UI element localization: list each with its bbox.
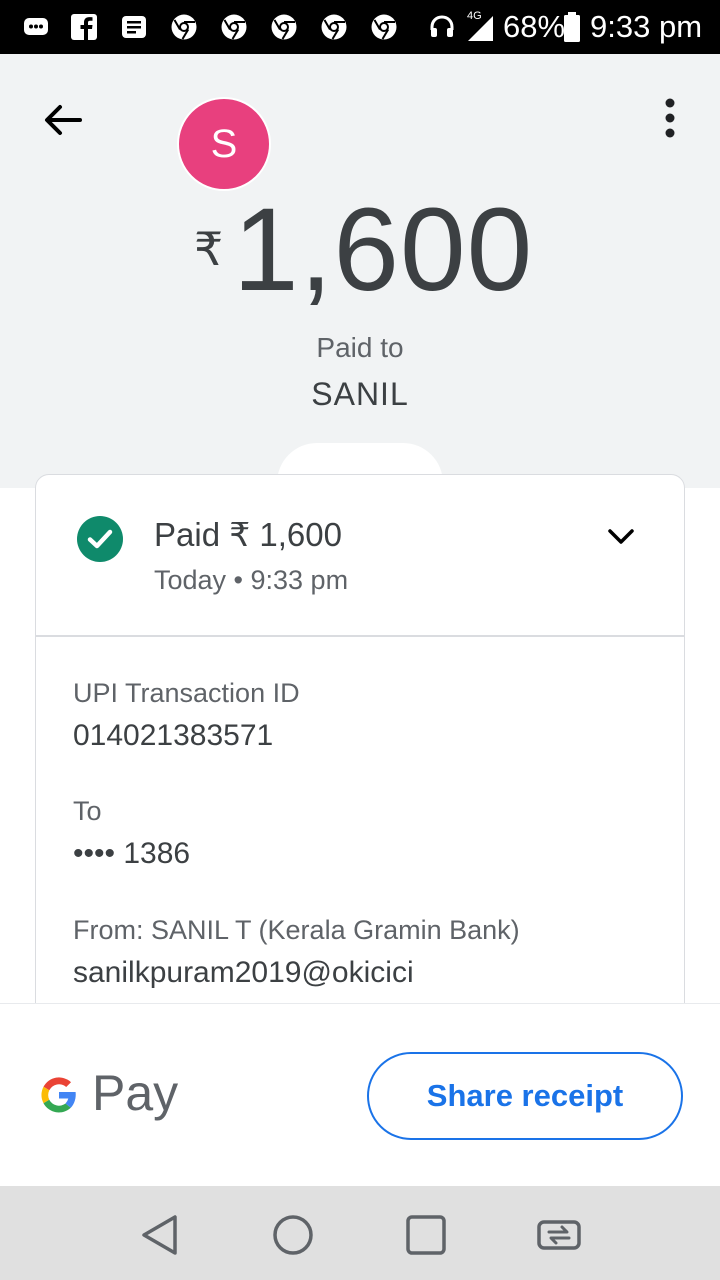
signal-icon bbox=[468, 16, 493, 41]
check-circle-icon bbox=[77, 516, 123, 562]
news-icon bbox=[122, 16, 146, 38]
amount: 1,600 bbox=[233, 184, 534, 316]
to-account-value: •••• 1386 bbox=[73, 837, 191, 870]
headset-icon bbox=[430, 15, 454, 37]
payment-time: Today • 9:33 pm bbox=[154, 565, 349, 595]
message-icon bbox=[24, 18, 48, 35]
avatar: S bbox=[177, 97, 271, 191]
system-nav-bar bbox=[0, 1186, 720, 1280]
nav-home-icon[interactable] bbox=[268, 1210, 318, 1260]
back-arrow-icon[interactable] bbox=[38, 95, 88, 145]
from-upi-value: sanilkpuram2019@okicici bbox=[73, 956, 414, 989]
bottom-bar: Pay Share receipt bbox=[0, 1003, 720, 1187]
battery-percent: 68% bbox=[503, 9, 566, 44]
share-receipt-button[interactable]: Share receipt bbox=[367, 1052, 683, 1140]
clock: 9:33 pm bbox=[590, 9, 703, 44]
chrome-icon bbox=[371, 14, 397, 40]
paid-to-label: Paid to bbox=[316, 332, 404, 363]
from-label: From: SANIL T (Kerala Gramin Bank) bbox=[73, 915, 520, 945]
facebook-icon bbox=[71, 14, 97, 40]
nav-switch-app-icon[interactable] bbox=[534, 1210, 584, 1260]
chrome-icon bbox=[221, 14, 247, 40]
chrome-icon bbox=[271, 14, 297, 40]
chevron-down-icon[interactable] bbox=[606, 525, 636, 549]
nav-back-icon[interactable] bbox=[135, 1210, 185, 1260]
more-vert-icon[interactable] bbox=[650, 96, 690, 140]
battery-icon bbox=[564, 12, 580, 42]
to-label: To bbox=[73, 796, 102, 826]
chrome-icon bbox=[321, 14, 347, 40]
transaction-card: Paid ₹ 1,600 Today • 9:33 pm UPI Transac… bbox=[35, 474, 685, 1094]
upi-id-label: UPI Transaction ID bbox=[73, 678, 300, 708]
currency-symbol: ₹ bbox=[194, 223, 224, 275]
status-bar: 4G 68% 9:33 pm bbox=[0, 0, 720, 54]
payment-status: Paid ₹ 1,600 bbox=[154, 516, 342, 553]
payee-name: SANIL bbox=[311, 376, 409, 412]
chrome-icon bbox=[171, 14, 197, 40]
upi-id-value: 014021383571 bbox=[73, 719, 274, 752]
gpay-pay-text: Pay bbox=[92, 1065, 179, 1121]
nav-recents-icon[interactable] bbox=[401, 1210, 451, 1260]
google-g-icon bbox=[41, 1077, 76, 1113]
divider bbox=[36, 635, 684, 637]
